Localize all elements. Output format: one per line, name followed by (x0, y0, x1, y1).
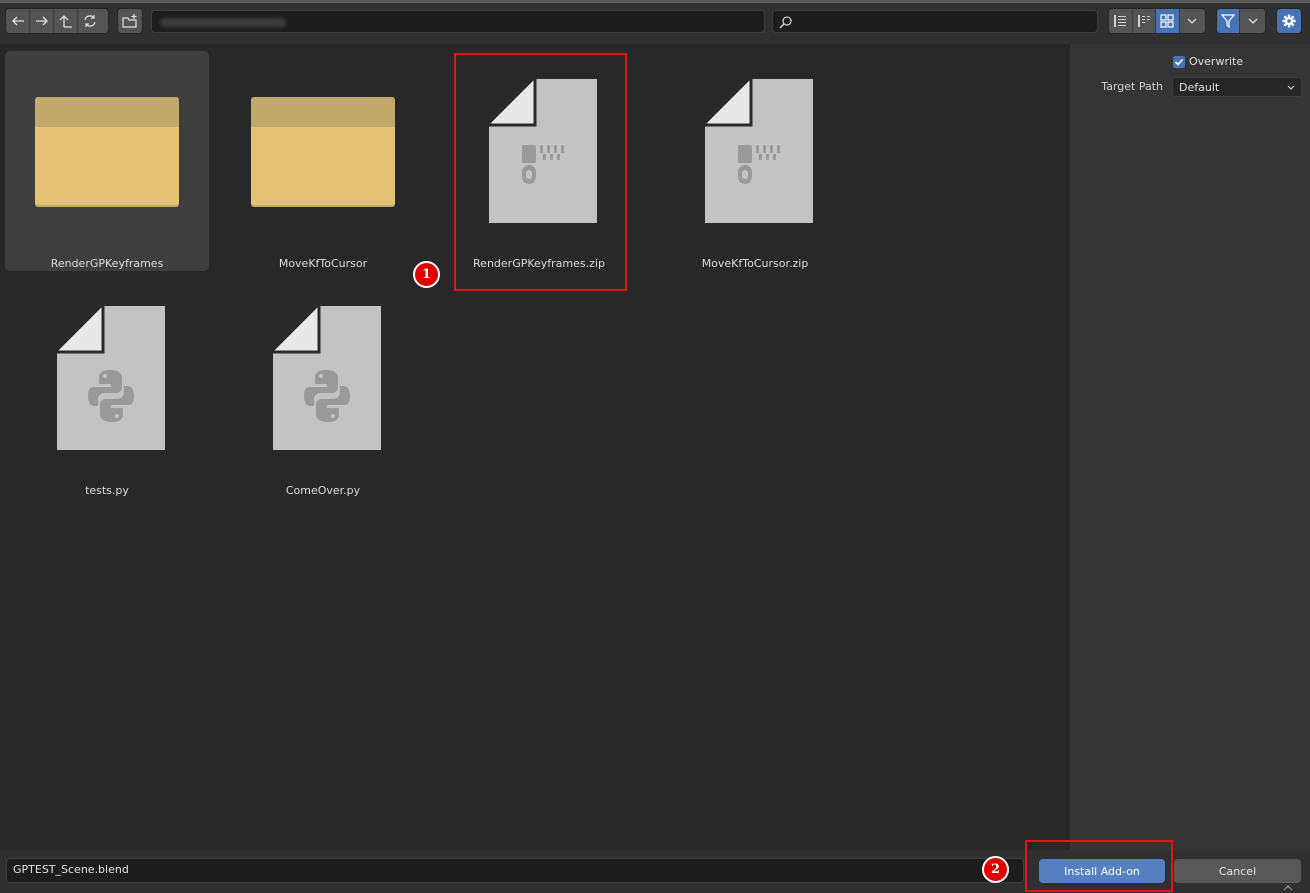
back-arrow-icon (11, 16, 24, 26)
settings-button[interactable] (1277, 9, 1301, 33)
chevron-down-icon (1287, 85, 1295, 90)
vertical-list-icon (1114, 15, 1127, 27)
filename-field[interactable]: GPTEST_Scene.blend (6, 858, 1024, 883)
file-item-python[interactable]: ComeOver.py (221, 278, 425, 498)
directory-path-field[interactable] (151, 10, 765, 33)
file-item-python[interactable]: tests.py (5, 278, 209, 498)
highlight-box-install-button (1025, 840, 1173, 892)
cancel-button[interactable]: Cancel (1174, 859, 1301, 883)
target-path-value: Default (1179, 81, 1220, 94)
file-item-folder[interactable]: MoveKfToCursor (221, 51, 425, 271)
navigation-buttons (5, 8, 109, 34)
refresh-button[interactable] (78, 9, 102, 33)
zip-file-icon (705, 79, 813, 223)
parent-directory-button[interactable] (54, 9, 78, 33)
chevron-down-icon (1248, 18, 1257, 24)
file-item-name: tests.py (85, 484, 129, 497)
horizontal-list-icon (1137, 15, 1150, 27)
settings-group (1276, 8, 1302, 34)
target-path-label: Target Path (1101, 80, 1163, 93)
filter-group (1216, 8, 1266, 34)
file-item-name: MoveKfToCursor (278, 257, 368, 270)
display-mode-dropdown[interactable] (1180, 9, 1205, 33)
forward-arrow-icon (35, 16, 48, 26)
step-badge-2: 2 (982, 856, 1009, 883)
expand-arrow-icon[interactable] (1282, 884, 1294, 891)
operator-options-panel (1070, 44, 1310, 850)
filter-icon (1221, 14, 1236, 28)
file-item-name: RenderGPKeyframes (50, 257, 164, 270)
overwrite-label: Overwrite (1189, 55, 1244, 68)
parent-directory-icon (59, 15, 72, 28)
filter-toggle-button[interactable] (1217, 9, 1241, 33)
filter-dropdown[interactable] (1240, 9, 1265, 33)
file-item-zip[interactable]: MoveKfToCursor.zip (653, 51, 857, 271)
forward-button[interactable] (30, 9, 54, 33)
search-icon (779, 16, 792, 29)
python-file-icon (273, 306, 381, 450)
gear-icon (1282, 14, 1296, 28)
thumbnails-icon (1160, 14, 1174, 28)
checkmark-icon (1174, 58, 1184, 66)
file-item-name: ComeOver.py (285, 484, 361, 497)
python-file-icon (57, 306, 165, 450)
horizontal-list-button[interactable] (1133, 9, 1157, 33)
refresh-icon (84, 15, 96, 27)
overwrite-checkbox[interactable] (1173, 56, 1185, 68)
step-badge-1: 1 (413, 261, 440, 288)
highlight-box-zip-file (454, 53, 627, 291)
thumbnails-button[interactable] (1156, 9, 1180, 33)
new-folder-icon (122, 14, 137, 28)
file-item-name: MoveKfToCursor.zip (701, 257, 809, 270)
search-field[interactable] (772, 10, 1098, 33)
back-button[interactable] (6, 9, 30, 33)
target-path-dropdown[interactable]: Default (1172, 77, 1302, 97)
new-folder-button[interactable] (118, 9, 142, 33)
new-folder-group (117, 8, 143, 34)
vertical-list-button[interactable] (1109, 9, 1133, 33)
chevron-down-icon (1187, 18, 1197, 24)
file-item-folder[interactable]: RenderGPKeyframes (5, 51, 209, 271)
blurred-path-text (160, 18, 286, 27)
display-mode-group (1108, 8, 1206, 34)
